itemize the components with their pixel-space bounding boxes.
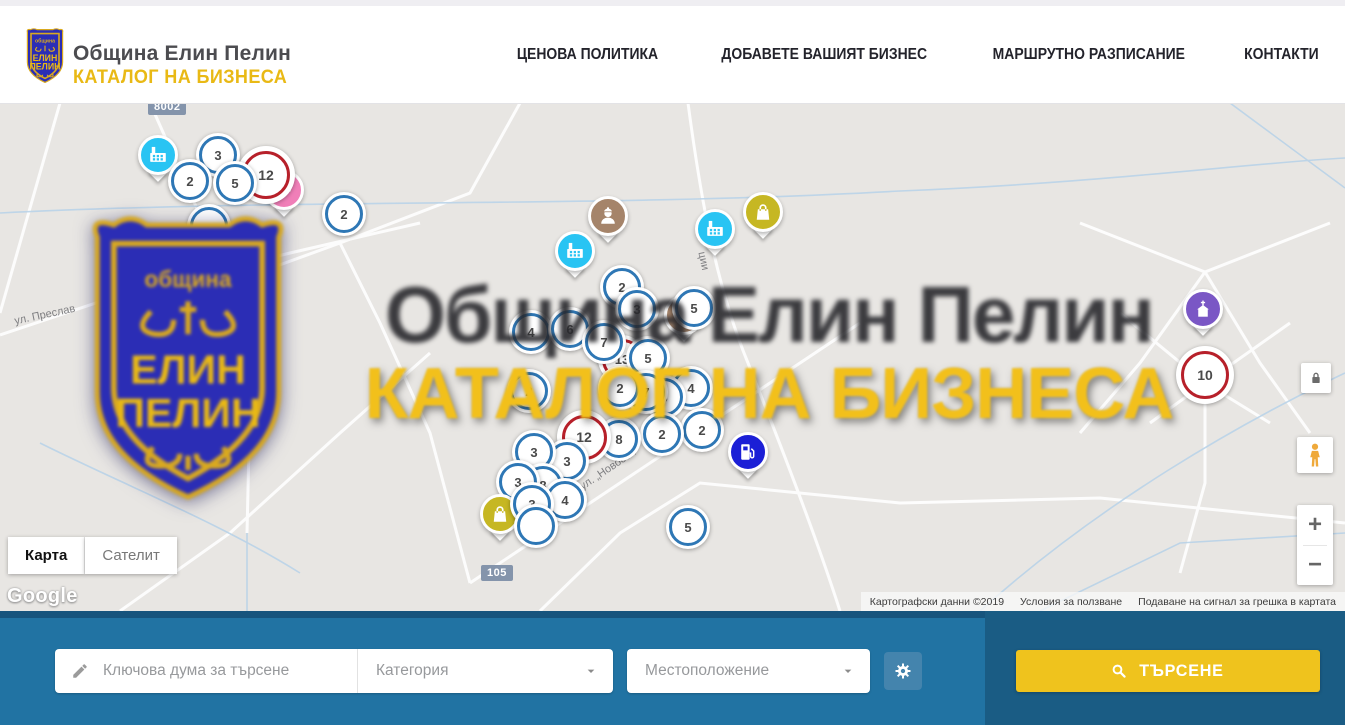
map-type-control: Карта Сателит bbox=[8, 537, 177, 574]
map-cluster-marker[interactable]: 7 bbox=[582, 320, 626, 364]
category-select-value: Категория bbox=[376, 662, 448, 680]
map-cluster-marker[interactable]: 3 bbox=[615, 287, 659, 331]
search-submit-button[interactable]: ТЪРСЕНЕ bbox=[1016, 650, 1320, 692]
lock-icon bbox=[1308, 370, 1324, 386]
cluster-count: 10 bbox=[1181, 351, 1229, 399]
cluster-count: 7 bbox=[585, 323, 623, 361]
bag-icon bbox=[743, 192, 783, 232]
nav-item-pricing[interactable]: ЦЕНОВА ПОЛИТИКА bbox=[517, 46, 658, 64]
cluster-count: 2 bbox=[683, 411, 721, 449]
cluster-count: 2 bbox=[643, 415, 681, 453]
cluster-count: 5 bbox=[669, 508, 707, 546]
map-cluster-marker[interactable]: 2 bbox=[322, 192, 366, 236]
category-select[interactable]: Категория bbox=[358, 649, 613, 693]
zoom-control: + − bbox=[1297, 505, 1333, 585]
search-fields-group: Категория bbox=[55, 649, 613, 693]
zoom-in-button[interactable]: + bbox=[1297, 505, 1333, 545]
nav-item-route-schedule[interactable]: МАРШРУТНО РАЗПИСАНИЕ bbox=[993, 46, 1185, 64]
map-cluster-marker[interactable]: 5 bbox=[213, 161, 257, 205]
crest-top-word: община bbox=[35, 37, 55, 44]
map-cluster-marker[interactable]: 2 bbox=[168, 159, 212, 203]
cluster-count bbox=[190, 207, 228, 245]
municipality-crest-logo: община ЕЛИН ПЕЛИН bbox=[24, 28, 66, 84]
church-icon bbox=[1183, 289, 1223, 329]
header: община ЕЛИН ПЕЛИН Община Елин Пелин КАТА… bbox=[0, 6, 1345, 104]
page: община ЕЛИН ПЕЛИН Община Елин Пелин КАТА… bbox=[0, 0, 1345, 725]
site-subtitle: КАТАЛОГ НА БИЗНЕСА bbox=[73, 67, 287, 89]
location-select[interactable]: Местоположение bbox=[627, 649, 870, 693]
cluster-count: 2 bbox=[325, 195, 363, 233]
attribution-report-link[interactable]: Подаване на сигнал за грешка в картата bbox=[1138, 596, 1336, 608]
fuel-icon bbox=[728, 432, 768, 472]
location-select-value: Местоположение bbox=[645, 662, 769, 680]
main-nav: ЦЕНОВА ПОЛИТИКА ДОБАВЕТЕ ВАШИЯТ БИЗНЕС М… bbox=[509, 6, 1323, 103]
map-cluster-marker[interactable]: 2 bbox=[640, 412, 684, 456]
map-marker-layer: 32 1252 23513467524872228123383 435 10 bbox=[0, 103, 1345, 611]
factory-pin-marker[interactable] bbox=[552, 231, 598, 289]
search-bar: Категория Местоположение bbox=[0, 611, 1345, 725]
cluster-count: 4 bbox=[512, 313, 550, 351]
map-attribution: Картографски данни ©2019 Условия за полз… bbox=[861, 592, 1345, 611]
map-type-map-button[interactable]: Карта bbox=[8, 537, 85, 574]
church-pin-marker[interactable] bbox=[1180, 289, 1226, 347]
map-lock-button[interactable] bbox=[1301, 363, 1331, 393]
cluster-count bbox=[517, 507, 555, 545]
chevron-down-icon bbox=[840, 663, 856, 679]
keyword-field-wrap bbox=[55, 649, 358, 693]
attribution-terms-link[interactable]: Условия за ползване bbox=[1020, 596, 1122, 608]
factory-pin-marker[interactable] bbox=[692, 209, 738, 267]
map-cluster-marker[interactable]: 10 bbox=[1176, 346, 1234, 404]
factory-icon bbox=[695, 209, 735, 249]
map-cluster-marker[interactable]: 2 bbox=[598, 366, 642, 410]
search-button-label: ТЪРСЕНЕ bbox=[1139, 661, 1223, 681]
worker-icon bbox=[588, 196, 628, 236]
map-cluster-marker[interactable]: 2 bbox=[507, 369, 551, 413]
map-cluster-marker[interactable] bbox=[514, 504, 558, 548]
map-canvas[interactable]: 8002105 ул. Преславциибул. „Новосел 32 1… bbox=[0, 103, 1345, 611]
zoom-out-button[interactable]: − bbox=[1297, 546, 1333, 586]
map-cluster-marker[interactable] bbox=[187, 204, 231, 248]
map-type-satellite-button[interactable]: Сателит bbox=[85, 537, 177, 574]
advanced-search-settings-button[interactable] bbox=[884, 652, 922, 690]
factory-icon bbox=[555, 231, 595, 271]
google-logo[interactable]: Google bbox=[7, 585, 78, 608]
cluster-count: 3 bbox=[618, 290, 656, 328]
cluster-count: 5 bbox=[675, 289, 713, 327]
gear-icon bbox=[893, 661, 913, 681]
cluster-count: 5 bbox=[216, 164, 254, 202]
map-cluster-marker[interactable]: 4 bbox=[509, 310, 553, 354]
map-cluster-marker[interactable]: 5 bbox=[672, 286, 716, 330]
nav-item-add-business[interactable]: ДОБАВЕТЕ ВАШИЯТ БИЗНЕС bbox=[721, 46, 927, 64]
cluster-count: 2 bbox=[171, 162, 209, 200]
fuel-pin-marker[interactable] bbox=[725, 432, 771, 490]
map-cluster-marker[interactable]: 2 bbox=[680, 408, 724, 452]
cluster-count: 2 bbox=[510, 372, 548, 410]
site-title: Община Елин Пелин bbox=[73, 42, 291, 66]
chevron-down-icon bbox=[583, 663, 599, 679]
nav-item-contacts[interactable]: КОНТАКТИ bbox=[1244, 46, 1319, 64]
attribution-copyright: Картографски данни ©2019 bbox=[870, 596, 1004, 608]
keyword-search-input[interactable] bbox=[101, 661, 357, 681]
bag-pin-marker[interactable] bbox=[740, 192, 786, 250]
street-view-pegman-button[interactable] bbox=[1297, 437, 1333, 473]
pegman-icon bbox=[1304, 442, 1326, 468]
search-icon bbox=[1110, 662, 1128, 680]
crest-name-2: ПЕЛИН bbox=[29, 62, 60, 72]
pencil-icon bbox=[71, 662, 89, 680]
cluster-count: 2 bbox=[601, 369, 639, 407]
map-cluster-marker[interactable]: 5 bbox=[666, 505, 710, 549]
